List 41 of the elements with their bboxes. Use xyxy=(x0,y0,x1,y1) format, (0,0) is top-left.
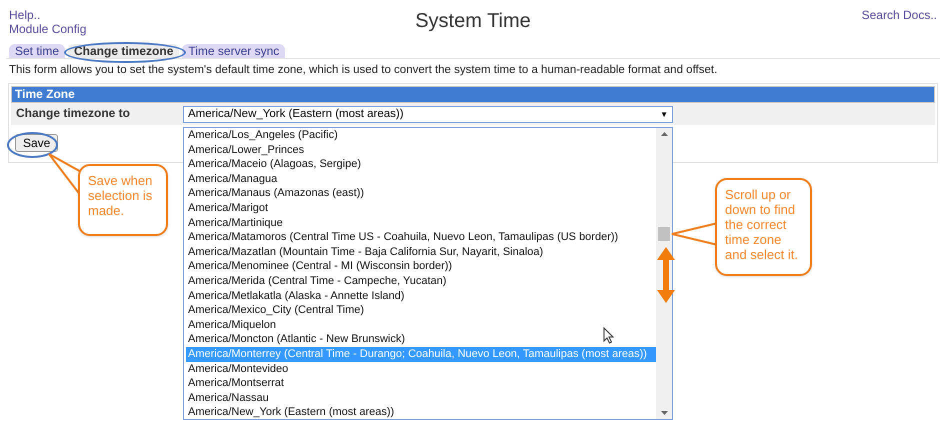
timezone-option[interactable]: America/Miquelon xyxy=(186,318,656,332)
scrollbar[interactable] xyxy=(656,128,672,419)
header-link[interactable]: Help.. xyxy=(9,8,40,22)
double-arrow-icon xyxy=(657,247,675,303)
timezone-option[interactable]: America/Mexico_City (Central Time) xyxy=(186,303,656,318)
section-header: Time Zone xyxy=(11,86,935,103)
timezone-option[interactable]: America/Montevideo xyxy=(186,362,656,376)
callout-bubble: Save when selection is made. xyxy=(78,164,168,236)
dropdown-arrow: ▼ xyxy=(660,110,668,120)
timezone-option[interactable]: America/Matamoros (Central Time US - Coahuila, Nuevo Leon, Tamaulipas (US border)) xyxy=(186,230,656,245)
timezone-option[interactable]: America/Nassau xyxy=(186,390,656,406)
timezone-option[interactable]: America/Marigot xyxy=(186,200,656,216)
scroll-down-icon[interactable] xyxy=(660,411,668,415)
timezone-option[interactable]: America/Metlakatla (Alaska - Annette Island) xyxy=(186,288,656,304)
description-text: This form allows you to set the system's default time zone, which is used to convert the system time to a human-readable format and offset. xyxy=(8,63,718,77)
tab[interactable]: Set time xyxy=(9,44,66,58)
header-link[interactable]: Module Config xyxy=(9,22,86,36)
timezone-option[interactable]: America/Martinique xyxy=(186,216,656,230)
save-button[interactable]: Save xyxy=(15,134,58,152)
timezone-select[interactable]: America/New_York (Eastern (most areas)) ▼ xyxy=(183,106,673,123)
mouse-pointer-icon xyxy=(603,327,614,344)
timezone-option[interactable]: America/Mazatlan (Mountain Time - Baja California Sur, Nayarit, Sinaloa) xyxy=(186,244,656,260)
tab[interactable]: Change timezone xyxy=(68,44,180,58)
timezone-option[interactable]: America/Menominee (Central - MI (Wisconsin border)) xyxy=(186,259,656,274)
timezone-option[interactable]: America/Montserrat xyxy=(186,376,656,391)
select-value: America/New_York (Eastern (most areas)) xyxy=(188,108,404,121)
timezone-option[interactable]: America/Maceio (Alagoas, Sergipe) xyxy=(186,157,656,172)
callout-bubble: Scroll up or down to find the correct time zone and select it. xyxy=(715,178,812,276)
timezone-option[interactable]: America/Los_Angeles (Pacific) xyxy=(186,128,656,143)
timezone-option[interactable]: America/New_York (Eastern (most areas)) xyxy=(186,405,656,420)
timezone-option[interactable]: America/Moncton (Atlantic - New Brunswick) xyxy=(186,332,656,347)
tab[interactable]: Time server sync xyxy=(182,44,286,58)
timezone-option[interactable]: America/Managua xyxy=(186,172,656,186)
scroll-thumb[interactable] xyxy=(658,227,670,241)
scroll-up-icon[interactable] xyxy=(660,132,668,136)
page-title: System Time xyxy=(415,9,531,34)
timezone-option[interactable]: America/Merida (Central Time - Campeche, Yucatan) xyxy=(186,274,656,289)
timezone-option[interactable]: America/Lower_Princes xyxy=(186,142,656,158)
field-label: Change timezone to xyxy=(15,106,132,120)
timezone-option[interactable]: America/Manaus (Amazonas (east)) xyxy=(186,186,656,201)
search-docs-link[interactable]: Search Docs.. xyxy=(862,8,937,44)
